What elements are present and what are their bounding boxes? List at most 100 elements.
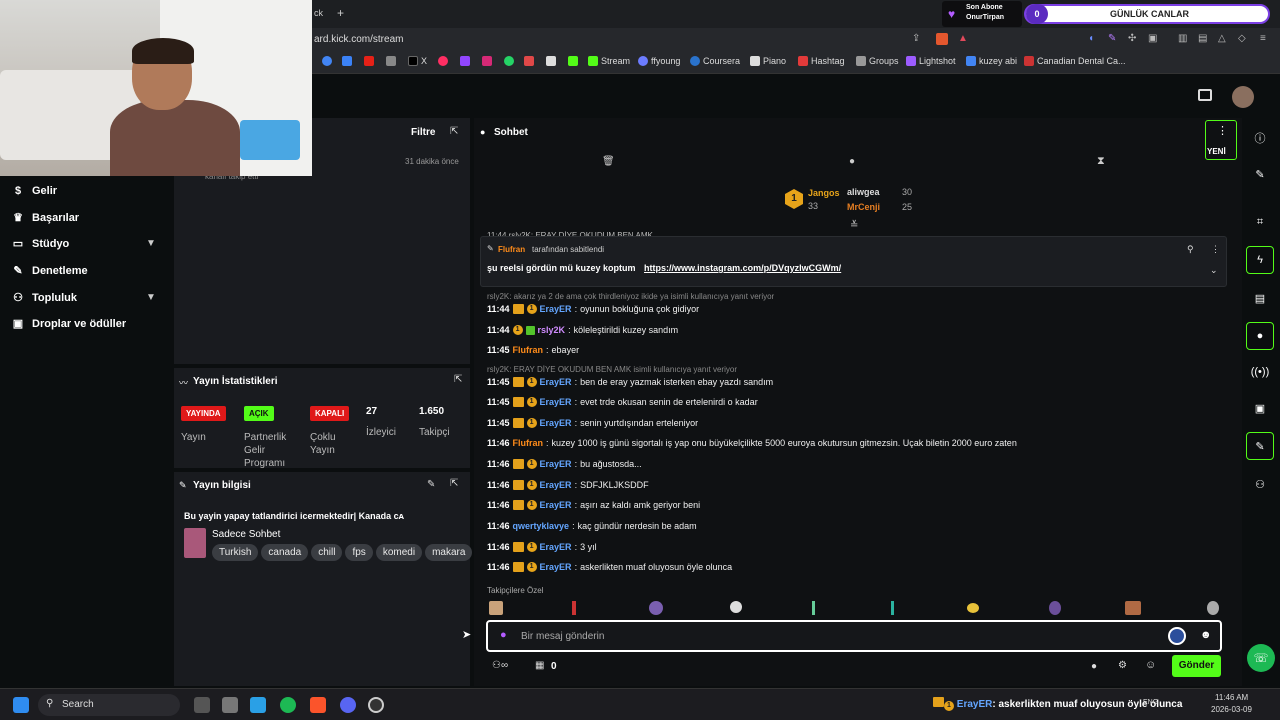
chat-message[interactable]: 11:44 1 ErayER: oyunun bokluğuna çok gidiyo… <box>487 304 699 314</box>
rewards-icon[interactable]: △ <box>1218 33 1226 44</box>
chevron-down-icon[interactable]: ▼ <box>146 238 156 249</box>
emote-icon[interactable] <box>649 601 663 615</box>
extension-icon-3[interactable]: ▣ <box>1148 33 1157 44</box>
chat-message[interactable]: 11:46 1 ErayER:3 yıl <box>487 542 597 552</box>
document-icon[interactable]: ▤ <box>1246 284 1274 312</box>
emote-icon[interactable] <box>891 601 894 615</box>
extensions-icon[interactable]: ✣ <box>1128 33 1136 44</box>
chat-message[interactable]: 11:46 1 ErayER: bu ağustosda... <box>487 459 642 469</box>
emote-icon[interactable] <box>812 601 815 615</box>
chat-settings-bubble-icon[interactable]: ● <box>1091 661 1097 672</box>
bookmark-youtube-icon[interactable] <box>364 56 374 66</box>
emote-icon[interactable] <box>1207 601 1219 615</box>
emote-icon[interactable] <box>730 601 742 613</box>
bookmark-stream[interactable]: Stream <box>588 56 630 66</box>
sidebar-item-denetleme[interactable]: ✎ Denetleme <box>12 265 87 277</box>
new-tab-button[interactable]: + <box>337 6 344 20</box>
sidebar-item-basarilar[interactable]: ♛ Başarılar <box>12 212 79 224</box>
emote-icon[interactable] <box>1049 601 1061 615</box>
emote-icon[interactable] <box>489 601 503 615</box>
chat-icon[interactable]: ● <box>849 156 855 167</box>
clock-date[interactable]: 2026-03-09 <box>1211 705 1252 714</box>
chevron-down-icon[interactable]: ≚ <box>850 220 858 231</box>
bookmark-piano[interactable]: Piano <box>750 56 786 66</box>
edit-icon[interactable]: ✎ <box>1246 160 1274 188</box>
info-icon[interactable]: ⓘ <box>1246 124 1274 152</box>
store-icon[interactable]: ▦ <box>535 660 544 671</box>
sidebar-item-droplar[interactable]: ▣ Droplar ve ödüller <box>12 318 126 330</box>
bookmark-ffyoung[interactable]: ffyoung <box>638 56 680 66</box>
community-icon[interactable]: ⚇ <box>1246 470 1274 498</box>
bookmark-twitch-icon[interactable] <box>460 56 470 66</box>
lightning-icon[interactable]: ϟ <box>1246 246 1274 274</box>
discord-icon[interactable] <box>340 697 356 713</box>
taskbar-search[interactable]: ⚲ Search <box>38 694 180 716</box>
more-icon[interactable]: ⋮ <box>1211 244 1220 255</box>
sidebar-toggle-icon[interactable]: ▥ <box>1178 33 1187 44</box>
emote-icon[interactable] <box>1125 601 1141 615</box>
hourglass-icon[interactable]: ⧗ <box>1097 155 1105 168</box>
avatar[interactable] <box>1232 86 1254 108</box>
bookmark-kuzey-abi[interactable]: kuzey abi <box>966 56 1017 66</box>
extension-icon-2[interactable]: ✎ <box>1108 33 1116 44</box>
pinned-link[interactable]: https://www.instagram.com/p/DVqyzlwCGWm/ <box>644 263 841 273</box>
app-icon-2[interactable] <box>250 697 266 713</box>
bookmark-coursera[interactable]: Coursera <box>690 56 740 66</box>
brave-rewards-icon[interactable]: ▲ <box>958 33 968 44</box>
bookmark-icon-4[interactable] <box>386 56 396 66</box>
expand-icon[interactable]: ⌄ <box>1210 265 1218 276</box>
chat-input-box[interactable]: ● Bir mesaj gönderin ☻ <box>486 620 1222 652</box>
bookmark-lightshot[interactable]: Lightshot <box>906 56 956 66</box>
trash-icon[interactable]: 🗑 <box>602 156 615 167</box>
url-text[interactable]: ard.kick.com/stream <box>314 34 403 45</box>
bookmark-icon-2[interactable] <box>342 56 352 66</box>
chat-message[interactable]: 11:46 Flufran: kuzey 1000 iş günü sigortal… <box>487 438 1017 448</box>
broadcast-icon[interactable]: ((•)) <box>1246 358 1274 386</box>
share-icon[interactable]: ⇪ <box>912 33 920 44</box>
send-button[interactable]: Gönder <box>1172 655 1221 677</box>
spotify-icon[interactable] <box>280 697 296 713</box>
chat-message[interactable]: 11:44 1 rsly2K: köleleştirildi kuzey sandım <box>487 325 678 335</box>
bookmark-instagram-icon[interactable] <box>482 56 492 66</box>
scan-icon[interactable]: ⌗ <box>1246 208 1274 236</box>
tag[interactable]: komedi <box>375 544 423 561</box>
language-indicator[interactable]: ENG <box>1143 699 1158 706</box>
app-icon-1[interactable] <box>222 697 238 713</box>
bookmark-hashtag[interactable]: Hashtag <box>798 56 845 66</box>
support-icon[interactable]: ☏ <box>1247 644 1275 672</box>
popout-icon[interactable]: ⇱ <box>450 126 458 137</box>
task-view-icon[interactable] <box>194 697 210 713</box>
tag[interactable]: makara <box>425 544 473 561</box>
menu-icon[interactable]: ≡ <box>1260 33 1266 44</box>
bookmark-canadian-dental[interactable]: Canadian Dental Ca... <box>1024 56 1126 66</box>
obs-icon[interactable] <box>368 697 384 713</box>
popout-icon[interactable]: ⇱ <box>454 374 462 385</box>
brave-shield-icon[interactable] <box>936 33 948 45</box>
sidebar-item-gelir[interactable]: $ Gelir <box>12 185 57 197</box>
category-name[interactable]: Sadece Sohbet <box>212 529 280 540</box>
shield-icon[interactable]: ◇ <box>1238 33 1246 44</box>
tag[interactable]: fps <box>345 544 373 561</box>
bookmark-google-icon[interactable] <box>322 56 332 66</box>
emote-icon[interactable] <box>572 601 576 615</box>
chat-message[interactable]: 11:46 1 ErayER: SDFJKLJKSDDF <box>487 480 649 490</box>
chat-message[interactable]: 11:45 1 ErayER: ben de eray yazmak isterken… <box>487 377 773 387</box>
extension-icon-1[interactable]: ◖ <box>1088 33 1094 44</box>
tag[interactable]: chill <box>311 544 343 561</box>
bookmark-x[interactable]: X <box>408 56 427 66</box>
clock-time[interactable]: 11:46 AM <box>1215 693 1248 702</box>
bookmark-tumblr-icon[interactable] <box>524 56 534 66</box>
wallet-icon[interactable]: ▤ <box>1198 33 1207 44</box>
bookmark-whatsapp-icon[interactable] <box>504 56 514 66</box>
chat-input[interactable]: Bir mesaj gönderin <box>521 631 604 642</box>
emote-icon[interactable] <box>967 603 979 613</box>
mic-icon[interactable]: ● <box>500 629 507 641</box>
tab-fragment[interactable]: ck <box>314 8 323 18</box>
emoji-icon[interactable]: ☻ <box>1200 629 1212 641</box>
emote-picker-icon[interactable]: ☺ <box>1145 659 1156 671</box>
edit-icon[interactable]: ✎ <box>427 479 435 490</box>
studio-header-icon[interactable] <box>1198 89 1212 101</box>
unpin-icon[interactable]: ⚲ <box>1187 244 1194 255</box>
app-icon[interactable] <box>1168 627 1186 645</box>
filter-button[interactable]: Filtre <box>411 127 435 138</box>
